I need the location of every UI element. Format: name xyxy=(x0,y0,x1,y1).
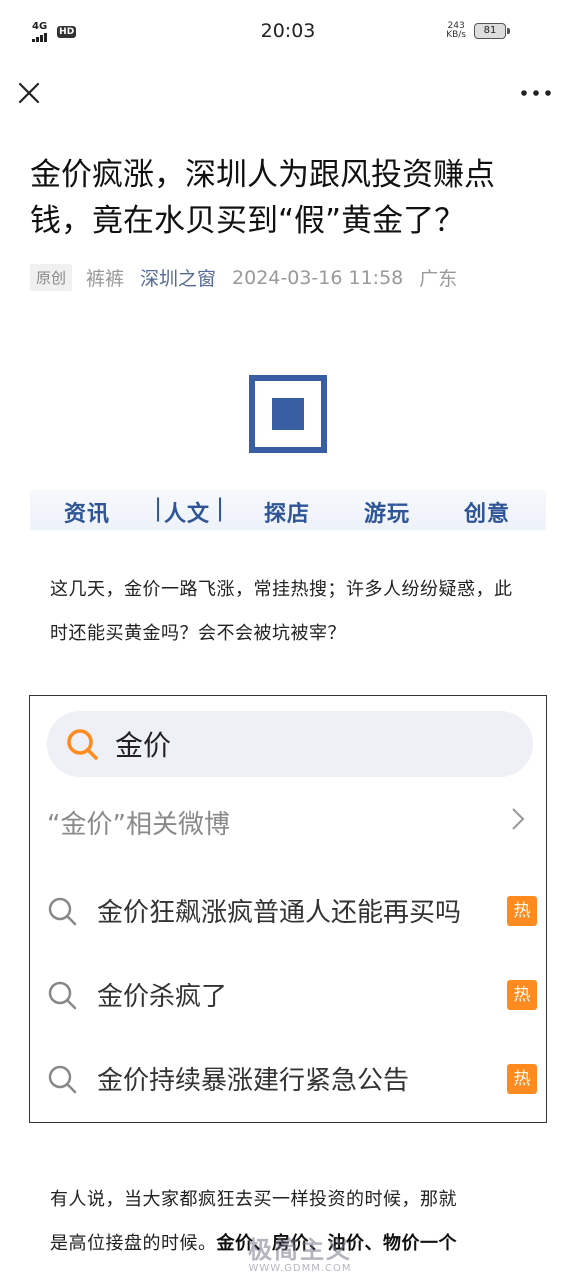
category-item: 游玩 xyxy=(364,502,411,527)
paragraph-line: 有人说，当大家都疯狂去买一样投资的时候，那就 xyxy=(50,1189,457,1210)
search-query: 金价 xyxy=(115,729,172,762)
account-link[interactable]: 深圳之窗 xyxy=(140,264,216,291)
chevron-right-icon xyxy=(512,808,525,830)
search-icon xyxy=(48,897,77,926)
paragraph-intro: 这几天，金价一路飞涨，常挂热搜；许多人纷纷疑惑，此时还能买黄金吗？会不会被坑被宰… xyxy=(50,579,513,644)
speed-unit: KB/s xyxy=(446,30,466,40)
watermark-text: 极简主义 xyxy=(248,1236,352,1264)
watermark: 极简主义 WWW.GDMM.COM xyxy=(200,1236,400,1280)
author-name: 裤裤 xyxy=(86,268,125,290)
status-bar: 4G HD 20:03 243 KB/s 81 xyxy=(0,0,576,64)
suggestion-text: 金价杀疯了 xyxy=(97,982,228,1012)
brand-logo xyxy=(249,375,327,453)
category-bar: 资讯 | 人文 | 探店 游玩 创意 xyxy=(30,490,546,530)
suggestion-item: 金价狂飙涨疯普通人还能再买吗 热 xyxy=(47,888,537,938)
article-meta: 原创 裤裤 深圳之窗 2024-03-16 11:58 广东 xyxy=(30,264,457,291)
status-right: 243 KB/s 81 xyxy=(446,22,510,40)
suggestion-item: 金价杀疯了 热 xyxy=(47,972,537,1022)
search-bar: 金价 xyxy=(47,711,533,777)
suggestion-item: 金价持续暴涨建行紧急公告 热 xyxy=(47,1056,537,1106)
hot-badge: 热 xyxy=(507,980,537,1010)
article-title: 金价疯涨，深圳人为跟风投资赚点钱，竟在水贝买到“假”黄金了？ xyxy=(30,157,495,239)
suggestion-text: 金价狂飙涨疯普通人还能再买吗 xyxy=(97,898,462,928)
category-item: 创意 xyxy=(464,502,511,527)
paragraph-text: 是高位接盘的时候。 xyxy=(50,1233,217,1254)
search-icon xyxy=(67,729,98,760)
nav-bar xyxy=(0,64,576,120)
publish-location: 广东 xyxy=(419,268,458,290)
publish-date: 2024-03-16 11:58 xyxy=(232,266,404,289)
battery-icon: 81 xyxy=(474,23,510,39)
category-item: 人文 xyxy=(164,502,211,527)
search-icon xyxy=(48,981,77,1010)
category-item: 资讯 xyxy=(64,502,111,527)
embedded-search-screenshot: 金价 “金价”相关微博 金价狂飙涨疯普通人还能再买吗 热 金价杀疯了 热 金价持… xyxy=(29,695,547,1123)
hot-badge: 热 xyxy=(507,896,537,926)
network-speed: 243 KB/s xyxy=(446,22,466,40)
hot-badge: 热 xyxy=(507,1064,537,1094)
category-separator: | xyxy=(216,494,225,522)
category-separator: | xyxy=(154,494,163,522)
search-icon xyxy=(48,1065,77,1094)
close-icon xyxy=(18,82,40,104)
more-button[interactable] xyxy=(518,78,554,108)
more-dots-icon xyxy=(521,90,551,96)
category-item: 探店 xyxy=(264,502,311,527)
suggestion-text: 金价持续暴涨建行紧急公告 xyxy=(97,1066,410,1096)
brand-logo-inner xyxy=(272,398,304,430)
watermark-url: WWW.GDMM.COM xyxy=(248,1263,352,1274)
related-weibo-label: “金价”相关微博 xyxy=(47,810,230,840)
original-tag: 原创 xyxy=(30,264,73,291)
close-button[interactable] xyxy=(14,78,44,108)
